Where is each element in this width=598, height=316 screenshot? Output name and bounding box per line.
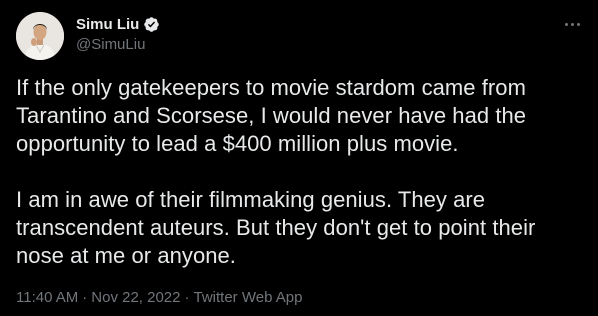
tweet-source[interactable]: Twitter Web App (194, 289, 303, 306)
name-row: Simu Liu (76, 15, 160, 34)
tweet-meta: 11:40 AM · Nov 22, 2022 · Twitter Web App (16, 288, 302, 308)
display-name[interactable]: Simu Liu (76, 15, 139, 34)
meta-separator: · (82, 289, 88, 306)
tweet-text: If the only gatekeepers to movie stardom… (16, 74, 586, 270)
author-block: Simu Liu @SimuLiu (76, 15, 160, 54)
meta-separator: · (184, 289, 190, 306)
avatar-image (16, 12, 64, 60)
more-options-icon[interactable] (560, 14, 584, 34)
tweet-paragraph: If the only gatekeepers to movie stardom… (16, 75, 527, 156)
profile-avatar[interactable] (16, 12, 64, 60)
author-handle[interactable]: @SimuLiu (76, 35, 160, 54)
verified-badge-icon[interactable] (143, 16, 160, 33)
tweet-paragraph: I am in awe of their filmmaking genius. … (16, 187, 536, 268)
tweet-card: Simu Liu @SimuLiu If the only gatekeeper… (0, 0, 598, 316)
tweet-date[interactable]: Nov 22, 2022 (91, 289, 180, 306)
tweet-time[interactable]: 11:40 AM (16, 289, 78, 306)
